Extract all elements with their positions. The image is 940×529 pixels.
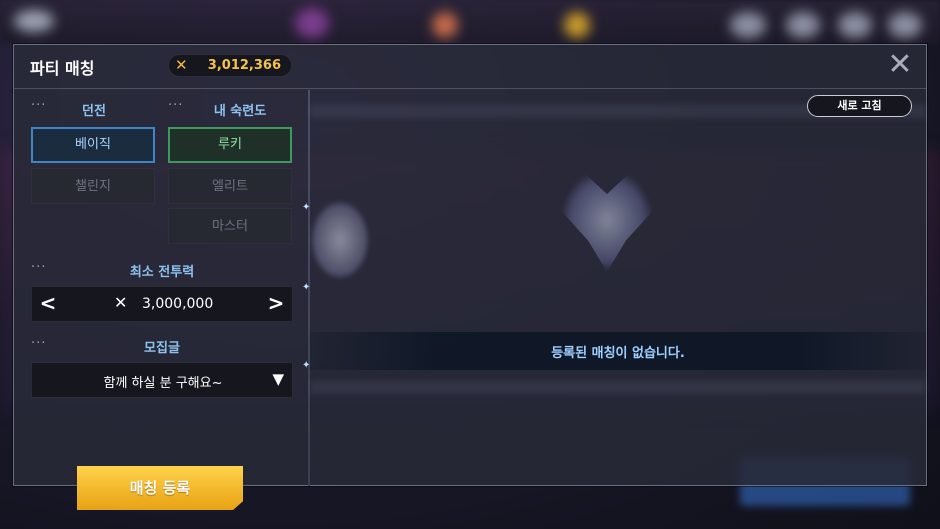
section-dots: ··· bbox=[168, 98, 184, 113]
background-blur bbox=[564, 12, 590, 38]
filter-panel: ··· 던전 ··· 내 숙련도 베이직 챌린지 루키 엘리트 마스터 ··· … bbox=[14, 90, 308, 510]
crossed-swords-icon: ✕ bbox=[114, 293, 128, 312]
currency-display: ✕ 3,012,366 bbox=[168, 54, 292, 77]
register-matching-button[interactable]: 매칭 등록 bbox=[77, 466, 243, 510]
recruit-message-dropdown[interactable]: 함께 하실 분 구해요~ ▼ bbox=[31, 362, 293, 398]
empty-message: 등록된 매칭이 없습니다. bbox=[551, 346, 685, 361]
section-dots: ··· bbox=[31, 336, 47, 351]
dialog-title: 파티 매칭 bbox=[30, 59, 95, 78]
background-blur bbox=[432, 12, 458, 38]
dungeon-option-challenge[interactable]: 챌린지 bbox=[31, 168, 155, 204]
proficiency-option-rookie[interactable]: 루키 bbox=[168, 127, 292, 163]
refresh-button[interactable]: 새로 고침 bbox=[807, 95, 912, 117]
currency-value: 3,012,366 bbox=[207, 58, 281, 73]
emblem-icon bbox=[560, 168, 654, 272]
background-blur bbox=[786, 12, 820, 38]
recruit-message-value: 함께 하실 분 구해요~ bbox=[103, 376, 223, 391]
close-icon[interactable]: ✕ bbox=[886, 50, 914, 80]
section-dots: ··· bbox=[31, 260, 47, 275]
crossed-swords-icon: ✕ bbox=[175, 56, 188, 74]
dungeon-option-basic[interactable]: 베이직 bbox=[31, 127, 155, 163]
background-blur bbox=[14, 10, 54, 32]
proficiency-option-elite[interactable]: 엘리트 bbox=[168, 168, 292, 204]
empty-state: 등록된 매칭이 없습니다. bbox=[310, 332, 926, 370]
min-power-stepper: < ✕ 3,000,000 > bbox=[31, 286, 293, 322]
background-blur bbox=[888, 12, 922, 38]
recruit-message-label: 모집글 bbox=[144, 341, 180, 356]
section-dots: ··· bbox=[31, 98, 47, 113]
party-matching-dialog: 파티 매칭 ✕ 3,012,366 ✕ ··· 던전 ··· 내 숙련도 베이직… bbox=[13, 44, 927, 510]
background-blur bbox=[730, 12, 766, 38]
emblem-icon bbox=[310, 200, 370, 280]
dungeon-label: 던전 bbox=[82, 104, 106, 119]
min-power-value: 3,000,000 bbox=[142, 296, 214, 312]
proficiency-label: 내 숙련도 bbox=[213, 104, 267, 119]
background-blur bbox=[838, 12, 872, 38]
min-power-label: 최소 전투력 bbox=[129, 265, 195, 280]
matching-list: 새로 고침 등록된 매칭이 없습니다. bbox=[310, 90, 926, 486]
caret-down-icon: ▼ bbox=[272, 370, 284, 388]
chevron-right-icon[interactable]: > bbox=[264, 291, 288, 315]
dialog-header: 파티 매칭 ✕ 3,012,366 ✕ bbox=[14, 45, 926, 89]
background-blur bbox=[310, 380, 926, 394]
chevron-left-icon[interactable]: < bbox=[36, 291, 60, 315]
proficiency-option-master[interactable]: 마스터 bbox=[168, 208, 292, 244]
background-blur bbox=[295, 8, 329, 38]
